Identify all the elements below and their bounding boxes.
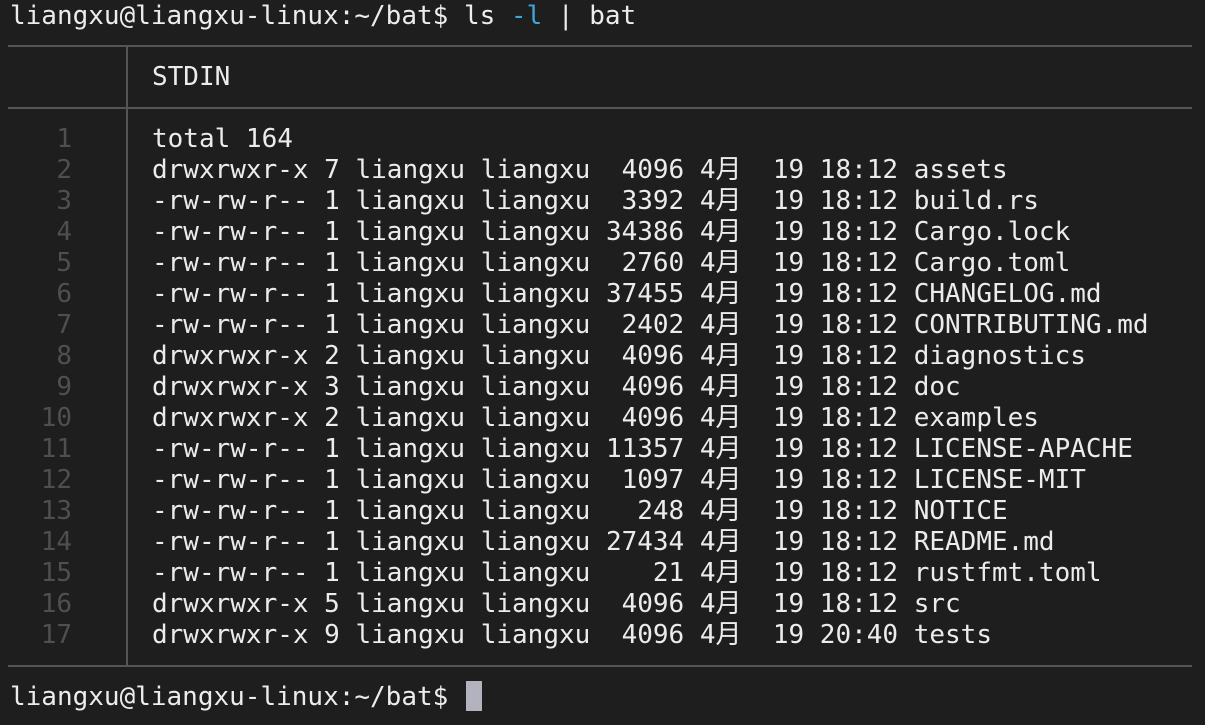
command-option: -l <box>510 1 543 31</box>
line-text: -rw-rw-r-- 1 liangxu liangxu 3392 4月 19 … <box>152 186 1039 216</box>
content-line: 11 -rw-rw-r-- 1 liangxu liangxu 11357 4月 … <box>0 434 1205 465</box>
shell-prompt: liangxu@liangxu-linux:~/bat$ <box>10 1 449 31</box>
content-line: 9 drwxrwxr-x 3 liangxu liangxu 4096 4月 19… <box>0 372 1205 403</box>
content-line: 7 -rw-rw-r-- 1 liangxu liangxu 2402 4月 19… <box>0 310 1205 341</box>
line-text: -rw-rw-r-- 1 liangxu liangxu 11357 4月 19… <box>152 434 1133 464</box>
command-name: ls <box>463 1 496 31</box>
content-line: 6 -rw-rw-r-- 1 liangxu liangxu 37455 4月 1… <box>0 279 1205 310</box>
line-number: 2 <box>56 155 72 185</box>
line-text: drwxrwxr-x 2 liangxu liangxu 4096 4月 19 … <box>152 403 1039 433</box>
content-line: 15 -rw-rw-r-- 1 liangxu liangxu 21 4月 19 … <box>0 558 1205 589</box>
line-number: 12 <box>40 465 72 495</box>
line-number: 15 <box>40 558 72 588</box>
line-number: 1 <box>56 124 72 154</box>
command-line: liangxu@liangxu-linux:~/bat$ ls -l | bat <box>10 1 636 32</box>
line-number: 5 <box>56 248 72 278</box>
line-number: 10 <box>40 403 72 433</box>
file-content: 1 total 164 2 drwxrwxr-x 7 liangxu liangxu … <box>0 124 1205 651</box>
line-text: -rw-rw-r-- 1 liangxu liangxu 34386 4月 19… <box>152 217 1071 247</box>
line-number: 16 <box>40 589 72 619</box>
line-text: -rw-rw-r-- 1 liangxu liangxu 1097 4月 19 … <box>152 465 1086 495</box>
line-text: -rw-rw-r-- 1 liangxu liangxu 2402 4月 19 … <box>152 310 1149 340</box>
line-number: 11 <box>40 434 72 464</box>
line-number: 6 <box>56 279 72 309</box>
line-text: -rw-rw-r-- 1 liangxu liangxu 27434 4月 19… <box>152 527 1055 557</box>
line-number: 9 <box>56 372 72 402</box>
line-text: total 164 <box>152 124 293 154</box>
line-text: -rw-rw-r-- 1 liangxu liangxu 37455 4月 19… <box>152 279 1102 309</box>
content-line: 10 drwxrwxr-x 2 liangxu liangxu 4096 4月 1… <box>0 403 1205 434</box>
line-text: -rw-rw-r-- 1 liangxu liangxu 2760 4月 19 … <box>152 248 1071 278</box>
line-text: drwxrwxr-x 5 liangxu liangxu 4096 4月 19 … <box>152 589 961 619</box>
content-line: 2 drwxrwxr-x 7 liangxu liangxu 4096 4月 19… <box>0 155 1205 186</box>
top-border <box>8 45 1192 47</box>
content-line: 14 -rw-rw-r-- 1 liangxu liangxu 27434 4月 … <box>0 527 1205 558</box>
line-number: 17 <box>40 620 72 650</box>
terminal-cursor[interactable] <box>465 681 482 711</box>
line-number: 13 <box>40 496 72 526</box>
line-text: drwxrwxr-x 9 liangxu liangxu 4096 4月 19 … <box>152 620 992 650</box>
line-text: drwxrwxr-x 2 liangxu liangxu 4096 4月 19 … <box>152 341 1086 371</box>
header-separator <box>8 107 1192 109</box>
line-text: drwxrwxr-x 7 liangxu liangxu 4096 4月 19 … <box>152 155 1008 185</box>
line-number: 3 <box>56 186 72 216</box>
content-line: 13 -rw-rw-r-- 1 liangxu liangxu 248 4月 19… <box>0 496 1205 527</box>
shell-prompt: liangxu@liangxu-linux:~/bat$ <box>10 682 449 712</box>
line-text: -rw-rw-r-- 1 liangxu liangxu 21 4月 19 18… <box>152 558 1102 588</box>
content-line: 12 -rw-rw-r-- 1 liangxu liangxu 1097 4月 1… <box>0 465 1205 496</box>
line-text: -rw-rw-r-- 1 liangxu liangxu 248 4月 19 1… <box>152 496 1008 526</box>
line-number: 4 <box>56 217 72 247</box>
content-line: 16 drwxrwxr-x 5 liangxu liangxu 4096 4月 1… <box>0 589 1205 620</box>
content-line: 4 -rw-rw-r-- 1 liangxu liangxu 34386 4月 1… <box>0 217 1205 248</box>
line-text: drwxrwxr-x 3 liangxu liangxu 4096 4月 19 … <box>152 372 961 402</box>
line-number: 7 <box>56 310 72 340</box>
content-line: 3 -rw-rw-r-- 1 liangxu liangxu 3392 4月 19… <box>0 186 1205 217</box>
content-line: 5 -rw-rw-r-- 1 liangxu liangxu 2760 4月 19… <box>0 248 1205 279</box>
command-pipe: | bat <box>557 1 637 31</box>
next-prompt-line[interactable]: liangxu@liangxu-linux:~/bat$ <box>10 681 482 712</box>
content-line: 17 drwxrwxr-x 9 liangxu liangxu 4096 4月 1… <box>0 620 1205 651</box>
line-number: 8 <box>56 341 72 371</box>
content-line: 8 drwxrwxr-x 2 liangxu liangxu 4096 4月 19… <box>0 341 1205 372</box>
line-number: 14 <box>40 527 72 557</box>
bottom-border <box>8 665 1192 667</box>
file-header: STDIN <box>152 62 231 92</box>
content-line: 1 total 164 <box>0 124 1205 155</box>
